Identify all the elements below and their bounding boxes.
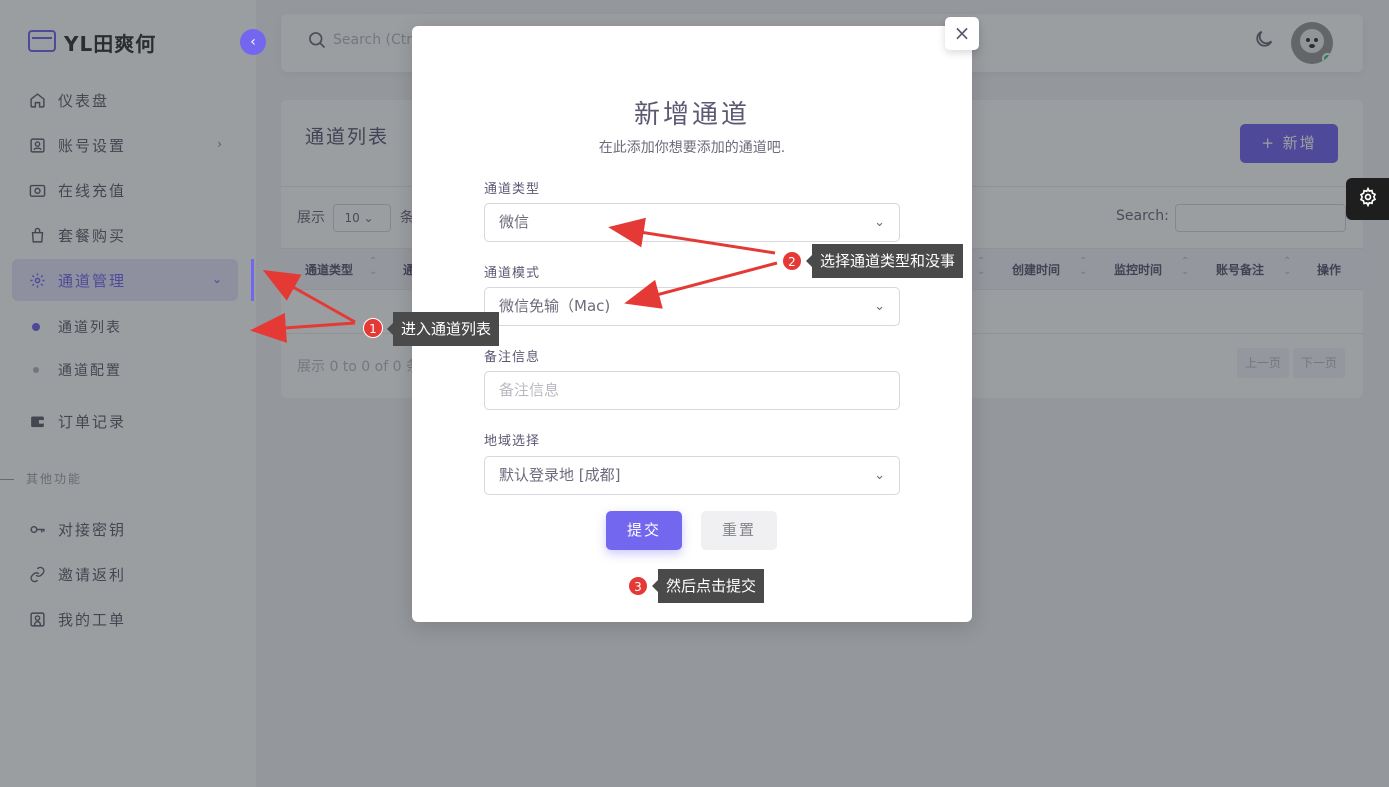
annotation-label: 选择通道类型和没事 — [805, 244, 964, 278]
annotation-label: 然后点击提交 — [651, 569, 765, 603]
annotation-arrow — [624, 261, 778, 309]
annotation-arrows — [250, 217, 778, 343]
sidebar-collapse-button[interactable]: ‹ — [240, 29, 266, 55]
annotation-badge: 3 — [628, 576, 648, 596]
annotation-label: 进入通道列表 — [386, 312, 500, 346]
annotation-badge: 1 — [363, 318, 383, 338]
active-indicator — [251, 259, 254, 301]
annotation-arrow — [608, 217, 776, 255]
annotation-arrow — [250, 312, 356, 343]
annotation-badge: 2 — [782, 251, 802, 271]
annotation-arrow — [262, 270, 356, 324]
